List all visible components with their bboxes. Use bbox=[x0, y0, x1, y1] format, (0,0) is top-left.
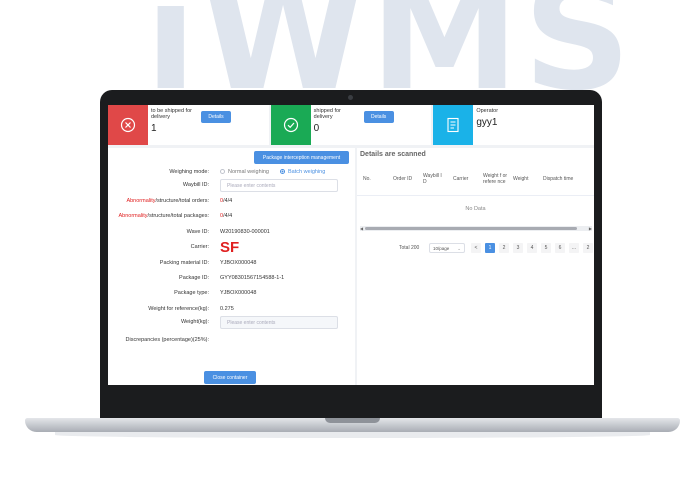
empty-table-text: No Data bbox=[465, 206, 486, 212]
card-value: 1 bbox=[151, 123, 157, 134]
column-header: Waybill I D bbox=[423, 172, 442, 186]
reference-weight-value: 0.275 bbox=[220, 306, 234, 312]
horizontal-scrollbar[interactable]: ◀ ▶ bbox=[360, 226, 592, 231]
packages-row: Abnormality/structure/total packages: 0/… bbox=[108, 210, 355, 223]
carrier-row: Carrier: SF bbox=[108, 239, 355, 256]
scrollbar-thumb[interactable] bbox=[365, 227, 577, 230]
wave-value: W20190830-000001 bbox=[220, 229, 270, 235]
package-id-value: GYY08301567154588-1-1 bbox=[220, 275, 285, 281]
card-label: shipped for delivery bbox=[313, 108, 341, 120]
column-header: Dispatch time bbox=[543, 175, 574, 182]
radio-batch-weighing[interactable]: Batch weighing bbox=[280, 169, 325, 175]
page-button[interactable]: 4 bbox=[527, 243, 537, 253]
summary-cards: to be shipped for delivery 1 Details shi… bbox=[108, 105, 594, 145]
orders-value: 0/4/4 bbox=[220, 198, 233, 204]
weight-input[interactable]: Please enter contents bbox=[220, 316, 338, 329]
card-label: Operator bbox=[476, 108, 499, 114]
weighing-form: Package interception management Weighing… bbox=[108, 148, 355, 385]
reference-weight-label: Weight for reference(kg): bbox=[148, 306, 209, 312]
packing-material-value: YJBOX000048 bbox=[220, 260, 257, 266]
packages-label: Abnormality/structure/total packages: bbox=[118, 213, 210, 219]
table-header: No. Order ID Waybill I D Carrier Weight … bbox=[357, 162, 594, 196]
page-button[interactable]: 6 bbox=[555, 243, 565, 253]
prev-page-button[interactable]: < bbox=[471, 243, 481, 253]
laptop-shadow bbox=[55, 432, 650, 438]
packages-value: 0/4/4 bbox=[220, 213, 233, 219]
document-icon bbox=[433, 105, 474, 145]
operator-name: gyy1 bbox=[476, 117, 498, 128]
check-icon bbox=[270, 105, 311, 145]
package-type-row: Package type: YJBOX000048 bbox=[108, 287, 355, 300]
package-id-row: Package ID: GYY08301567154588-1-1 bbox=[108, 272, 355, 285]
app-screen: to be shipped for delivery 1 Details shi… bbox=[108, 105, 594, 385]
carrier-value: SF bbox=[220, 239, 240, 256]
weight-label: Weight(kg): bbox=[180, 319, 209, 325]
discrepancy-row: Discrepancies (percentage)(25%): bbox=[108, 334, 355, 347]
details-button[interactable]: Details bbox=[201, 111, 231, 123]
packing-material-row: Packing material ID: YJBOX000048 bbox=[108, 257, 355, 270]
scanned-details-panel: Details are scanned No. Order ID Waybill… bbox=[357, 148, 594, 385]
cancel-icon bbox=[108, 105, 148, 145]
scroll-left-icon[interactable]: ◀ bbox=[360, 226, 363, 231]
laptop-frame: to be shipped for delivery 1 Details shi… bbox=[100, 90, 602, 425]
discrepancy-label: Discrepancies (percentage)(25%): bbox=[125, 337, 209, 343]
column-header: Weight bbox=[513, 175, 529, 182]
package-type-label: Package type: bbox=[174, 290, 209, 296]
packing-material-label: Packing material ID: bbox=[159, 260, 209, 266]
orders-label: Abnormality/structure/total orders: bbox=[126, 198, 209, 204]
page-button[interactable]: 2 bbox=[499, 243, 509, 253]
close-container-button[interactable]: Close container bbox=[204, 371, 256, 384]
page-ellipsis[interactable]: ... bbox=[569, 243, 579, 253]
chevron-down-icon: ⌄ bbox=[457, 246, 461, 251]
card-value: 0 bbox=[313, 123, 320, 134]
wave-row: Wave ID: W20190830-000001 bbox=[108, 226, 355, 239]
column-header: Weight f or refere nce bbox=[483, 172, 508, 186]
orders-row: Abnormality/structure/total orders: 0/4/… bbox=[108, 195, 355, 208]
column-header: Carrier bbox=[453, 175, 469, 182]
wave-label: Wave ID: bbox=[186, 229, 209, 235]
card-shipped: shipped for delivery 0 Details bbox=[270, 105, 434, 145]
interception-management-button[interactable]: Package interception management bbox=[254, 151, 349, 164]
waybill-input[interactable]: Please enter contents bbox=[220, 179, 338, 192]
radio-normal-weighing[interactable]: Normal weighing bbox=[220, 169, 269, 175]
page-button[interactable]: 5 bbox=[541, 243, 551, 253]
weighing-mode-label: Weighing mode: bbox=[169, 169, 209, 175]
column-header: No. bbox=[363, 175, 371, 182]
package-type-value: YJBOX000048 bbox=[220, 290, 257, 296]
laptop-base bbox=[25, 418, 680, 432]
page-button[interactable]: 1 bbox=[485, 243, 495, 253]
panel-title: Details are scanned bbox=[360, 151, 426, 158]
radio-icon bbox=[220, 169, 225, 174]
card-label: to be shipped for delivery bbox=[151, 108, 192, 120]
total-count: Total 200 bbox=[399, 245, 420, 251]
page-button[interactable]: 3 bbox=[513, 243, 523, 253]
scroll-right-icon[interactable]: ▶ bbox=[589, 226, 592, 231]
pagination: Total 200 10/page ⌄ < 1 2 3 4 5 6 ... 2 bbox=[357, 243, 594, 253]
reference-weight-row: Weight for reference(kg): 0.275 bbox=[108, 303, 355, 316]
radio-checked-icon bbox=[280, 169, 285, 174]
page-size-select[interactable]: 10/page ⌄ bbox=[429, 243, 465, 253]
card-to-be-shipped: to be shipped for delivery 1 Details bbox=[108, 105, 271, 145]
waybill-label: Waybill ID: bbox=[182, 182, 209, 188]
column-header: Order ID bbox=[393, 175, 413, 182]
weighing-mode-row: Weighing mode: Normal weighing Batch wei… bbox=[108, 166, 355, 179]
details-button[interactable]: Details bbox=[363, 111, 394, 123]
card-operator: Operator gyy1 bbox=[433, 105, 594, 145]
weight-row: Weight(kg): Please enter contents bbox=[108, 316, 355, 329]
camera-dot bbox=[348, 95, 353, 100]
package-id-label: Package ID: bbox=[179, 275, 209, 281]
waybill-row: Waybill ID: Please enter contents bbox=[108, 179, 355, 192]
carrier-label: Carrier: bbox=[190, 244, 209, 250]
page-button[interactable]: 2 bbox=[583, 243, 593, 253]
laptop-notch bbox=[325, 418, 380, 423]
